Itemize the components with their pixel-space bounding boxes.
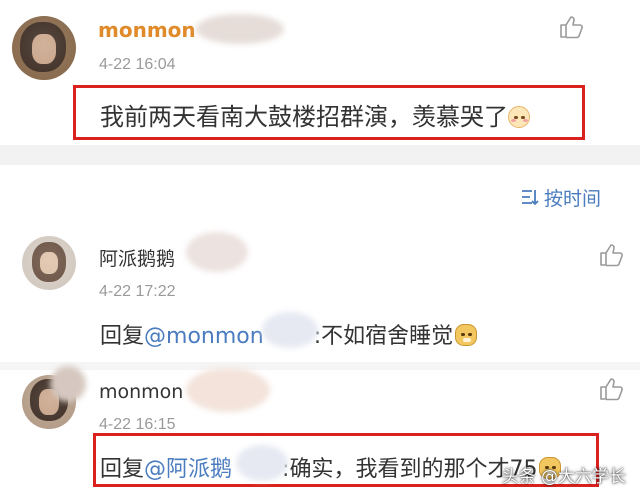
blush-face-emoji <box>508 106 530 128</box>
timestamp: 4-22 16:04 <box>99 56 176 73</box>
mention-link[interactable]: @monmon <box>144 324 264 349</box>
username[interactable]: monmon <box>98 18 196 42</box>
reply-text: 回复@monmon:不如宿舍睡觉 <box>100 312 478 350</box>
timestamp: 4-22 17:22 <box>99 283 176 300</box>
username[interactable]: 阿派鹅鹅 <box>99 244 175 271</box>
username-blur <box>196 14 284 44</box>
sort-label: 按时间 <box>544 188 602 210</box>
timestamp: 4-22 16:15 <box>99 416 176 433</box>
avatar-blur <box>50 366 86 402</box>
mention-link[interactable]: @阿派鹅 <box>144 457 232 482</box>
username-blur <box>186 232 248 272</box>
username[interactable]: monmon <box>99 381 183 403</box>
avatar[interactable] <box>12 16 76 80</box>
section-divider <box>0 145 640 165</box>
thumbs-up-icon[interactable] <box>598 242 624 268</box>
doge-emoji <box>455 324 478 346</box>
reply-text: 回复@阿派鹅:确实，我看到的那个才75 <box>100 445 562 483</box>
sort-icon <box>522 190 539 206</box>
mention-blur <box>236 445 288 481</box>
row-divider <box>0 362 640 370</box>
thumbs-up-icon[interactable] <box>558 14 584 40</box>
watermark: 头条 @大六学长 <box>501 467 626 487</box>
thumbs-up-icon[interactable] <box>598 376 624 402</box>
avatar[interactable] <box>22 236 76 290</box>
mention-blur <box>262 312 318 348</box>
comment-text: 我前两天看南大鼓楼招群演，羡慕哭了 <box>100 97 530 132</box>
username-blur <box>186 368 270 412</box>
